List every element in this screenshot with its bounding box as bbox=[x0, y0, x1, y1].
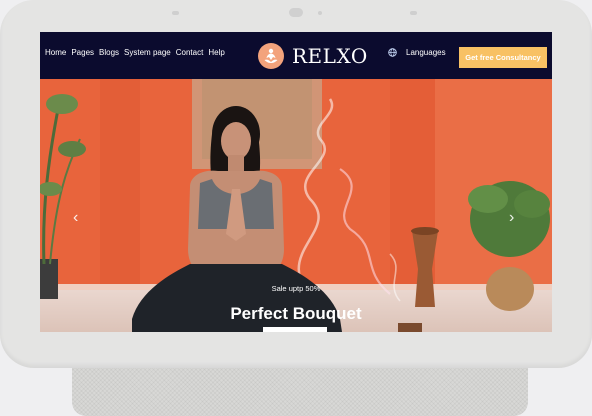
nav-link-system-page[interactable]: System page bbox=[124, 48, 171, 58]
nav-link-help[interactable]: Help bbox=[208, 48, 224, 58]
navbar: Home Pages Blogs System page Contact Hel… bbox=[40, 32, 552, 79]
lotus-logo-icon bbox=[258, 43, 284, 69]
nav-link-contact[interactable]: Contact bbox=[176, 48, 204, 58]
languages-label: Languages bbox=[406, 48, 446, 57]
nav-link-home[interactable]: Home bbox=[45, 48, 66, 58]
hero-title: Perfect Bouquet bbox=[230, 304, 362, 323]
nav-links: Home Pages Blogs System page Contact Hel… bbox=[45, 48, 225, 58]
chevron-right-icon[interactable]: › bbox=[509, 210, 514, 226]
hero-subtitle: Sale uptp 50% bbox=[271, 284, 321, 293]
speaker-base bbox=[72, 368, 528, 416]
brand-logo[interactable]: RELXO bbox=[258, 43, 368, 69]
sensor-right bbox=[410, 11, 417, 15]
hero-image bbox=[40, 79, 552, 332]
hero-cta-button[interactable] bbox=[263, 327, 327, 332]
smart-display-frame: Home Pages Blogs System page Contact Hel… bbox=[0, 0, 592, 368]
get-free-consultancy-button[interactable]: Get free Consultancy bbox=[459, 47, 547, 68]
brand-name: RELXO bbox=[292, 44, 368, 68]
sensor-mid bbox=[318, 11, 322, 15]
hero-slider: ‹ › Sale uptp 50% Perfect Bouquet bbox=[40, 79, 552, 332]
language-selector[interactable]: Languages bbox=[388, 48, 446, 57]
nav-link-pages[interactable]: Pages bbox=[71, 48, 94, 58]
nav-link-blogs[interactable]: Blogs bbox=[99, 48, 119, 58]
camera bbox=[289, 8, 303, 17]
globe-icon bbox=[388, 48, 397, 57]
chevron-left-icon[interactable]: ‹ bbox=[73, 210, 78, 226]
sensor-left bbox=[172, 11, 179, 15]
screen: Home Pages Blogs System page Contact Hel… bbox=[40, 32, 552, 332]
